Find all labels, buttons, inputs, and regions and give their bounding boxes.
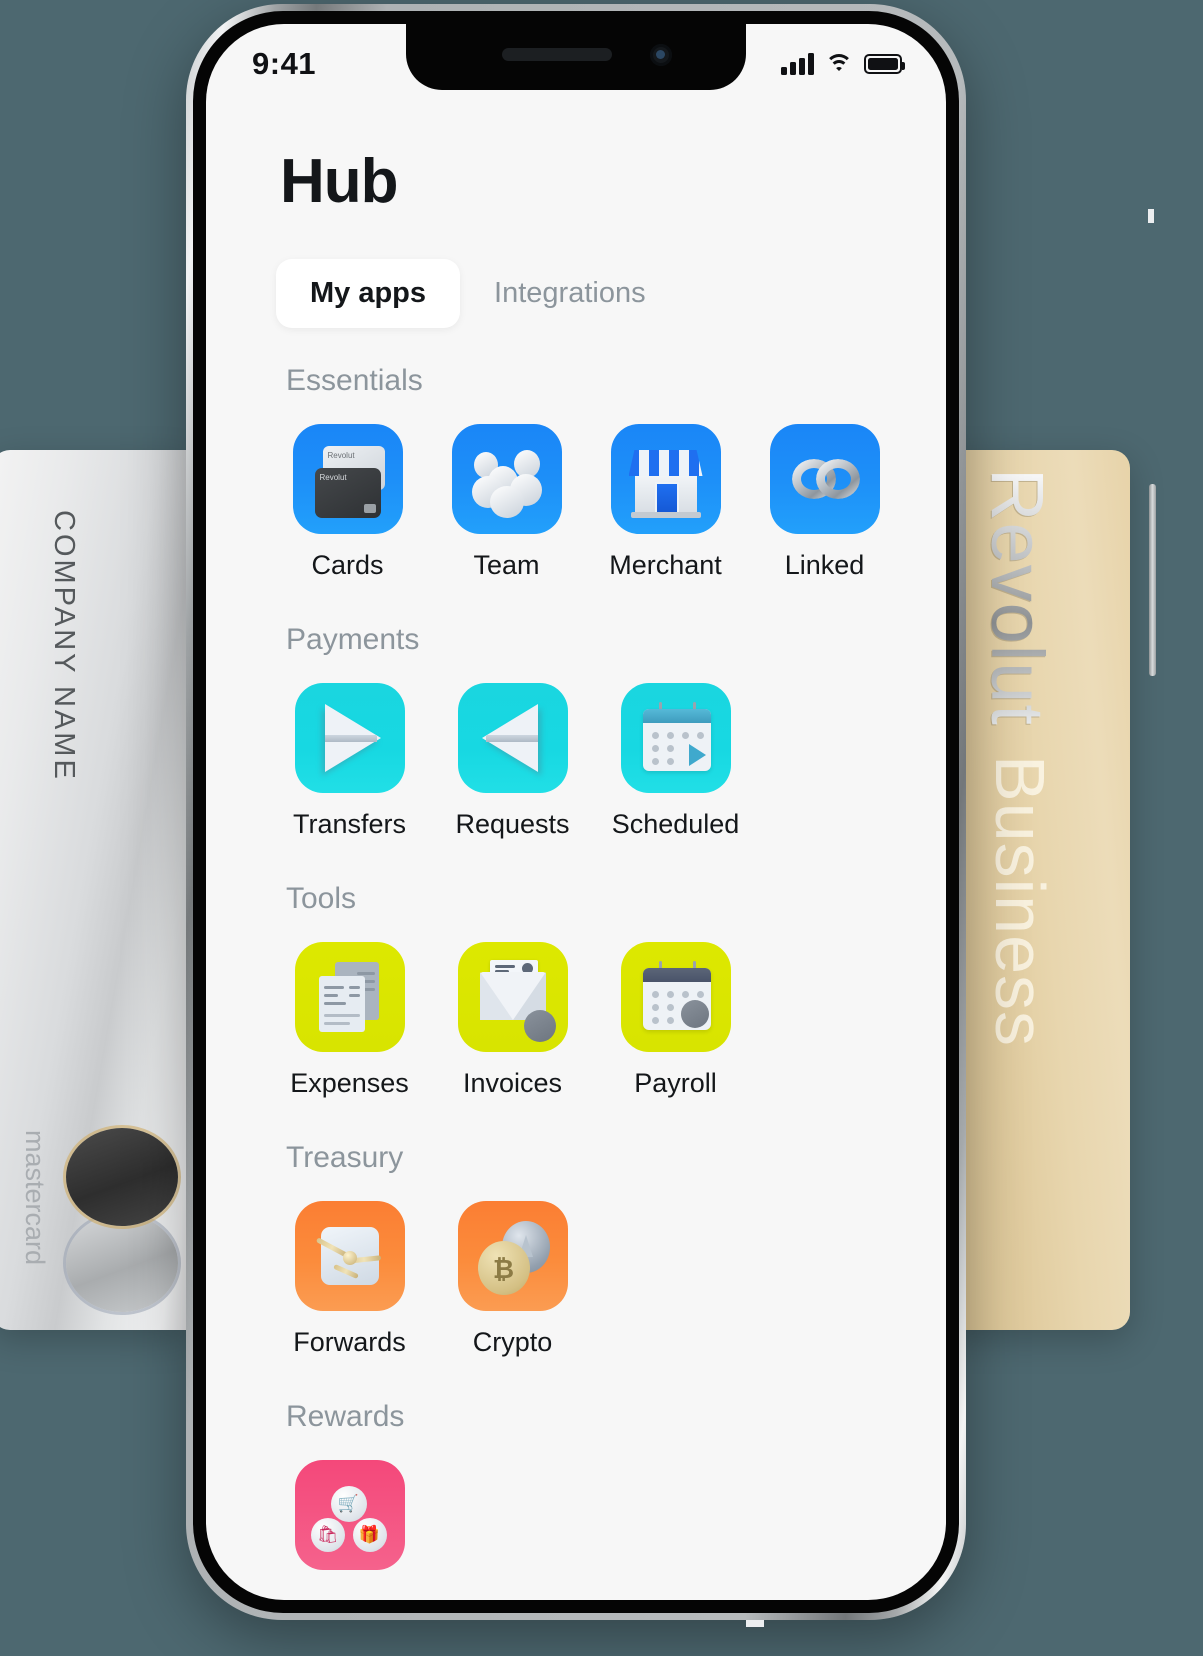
app-scheduled[interactable]: Scheduled [594,683,757,840]
page-title: Hub [280,147,399,216]
rewards-balls-icon: 🛒 🛍 🎁 [294,1460,405,1570]
section-title: Treasury [286,1141,404,1174]
section-payments: Payments Transfers Requests Scheduled [248,623,904,840]
app-label: Forwards [293,1327,406,1357]
phone-bezel: 9:41 Hub My apps Integrations Essentials… [193,11,959,1613]
section-title: Rewards [286,1400,405,1433]
section-title: Essentials [286,364,423,397]
app-label: Crypto [472,1327,553,1357]
card-product-label: Business [981,755,1059,1048]
power-button[interactable] [1149,484,1156,676]
tab-integrations[interactable]: Integrations [460,259,680,328]
section-title: Tools [286,882,357,915]
status-bar: 9:41 [206,24,946,94]
antenna-line [746,1620,764,1627]
cellular-bars-icon [781,53,814,75]
paper-plane-right-icon [294,683,405,793]
forward-contract-icon [294,1201,405,1311]
app-expenses[interactable]: Expenses [268,942,431,1099]
section-essentials: Essentials Revolut Revolut Cards Team Me… [248,364,904,581]
battery-icon [864,54,905,74]
page-content: Hub My apps Integrations Essentials Revo… [206,94,946,1600]
tab-my-apps[interactable]: My apps [276,259,461,328]
app-label: Merchant [609,550,722,580]
storefront-icon [610,424,721,534]
card-icon-brand-text: Revolut [327,451,355,460]
app-label: Expenses [290,1068,409,1098]
status-icons [781,53,905,75]
app-grid: Transfers Requests Scheduled [268,683,904,840]
app-requests[interactable]: Requests [431,683,594,840]
app-label: Transfers [292,809,407,839]
section-rewards: Rewards 🛒 🛍 🎁 [248,1400,904,1586]
calendar-play-icon [620,683,731,793]
phone-device-frame: 9:41 Hub My apps Integrations Essentials… [186,4,1156,1627]
app-label: Cards [311,550,384,580]
app-crypto[interactable]: ₿ Crypto [431,1201,594,1358]
card-icon-brand-text: Revolut [319,473,347,482]
app-payroll[interactable]: Payroll [594,942,757,1099]
app-label: Invoices [462,1068,563,1098]
app-transfers[interactable]: Transfers [268,683,431,840]
app-forwards[interactable]: Forwards [268,1201,431,1358]
wifi-icon [825,53,853,75]
app-label: Scheduled [611,809,740,839]
app-label: Linked [784,550,865,580]
crypto-coins-icon: ₿ [457,1201,568,1311]
paper-plane-left-icon [457,683,568,793]
calendar-person-icon [620,942,731,1052]
tab-bar: My apps Integrations [276,259,912,328]
card-brand-label: Revolut [976,468,1059,726]
card-company-name-label: COMPANY NAME [48,510,80,782]
app-team[interactable]: Team [427,424,586,581]
app-grid: Revolut Revolut Cards Team Merchant Link… [268,424,904,581]
envelope-document-icon [457,942,568,1052]
app-list-scroll[interactable]: Essentials Revolut Revolut Cards Team Me… [240,364,912,1586]
people-icon [451,424,562,534]
receipts-icon [294,942,405,1052]
antenna-line [1148,209,1154,223]
screenshot-stage: COMPANY NAME mastercard Revolut Business [0,0,1203,1656]
app-linked[interactable]: Linked [745,424,904,581]
section-treasury: Treasury Forwards ₿ Crypto [248,1141,904,1358]
section-title: Payments [286,623,420,656]
app-grid: 🛒 🛍 🎁 [268,1460,904,1586]
cards-icon: Revolut Revolut [292,424,403,534]
app-label: Team [473,550,540,580]
section-tools: Tools Expenses Invoices Payroll [248,882,904,1099]
phone-screen: 9:41 Hub My apps Integrations Essentials… [206,24,946,1600]
chain-link-icon [769,424,880,534]
app-grid: Forwards ₿ Crypto [268,1201,904,1358]
app-rewards[interactable]: 🛒 🛍 🎁 [268,1460,431,1586]
app-cards[interactable]: Revolut Revolut Cards [268,424,427,581]
app-grid: Expenses Invoices Payroll [268,942,904,1099]
status-time: 9:41 [252,46,317,81]
card-network-label: mastercard [20,1130,50,1266]
mastercard-logo-icon [62,1128,180,1314]
card-chip-icon [363,504,376,513]
app-invoices[interactable]: Invoices [431,942,594,1099]
app-merchant[interactable]: Merchant [586,424,745,581]
app-label: Requests [455,809,570,839]
app-label: Payroll [634,1068,717,1098]
